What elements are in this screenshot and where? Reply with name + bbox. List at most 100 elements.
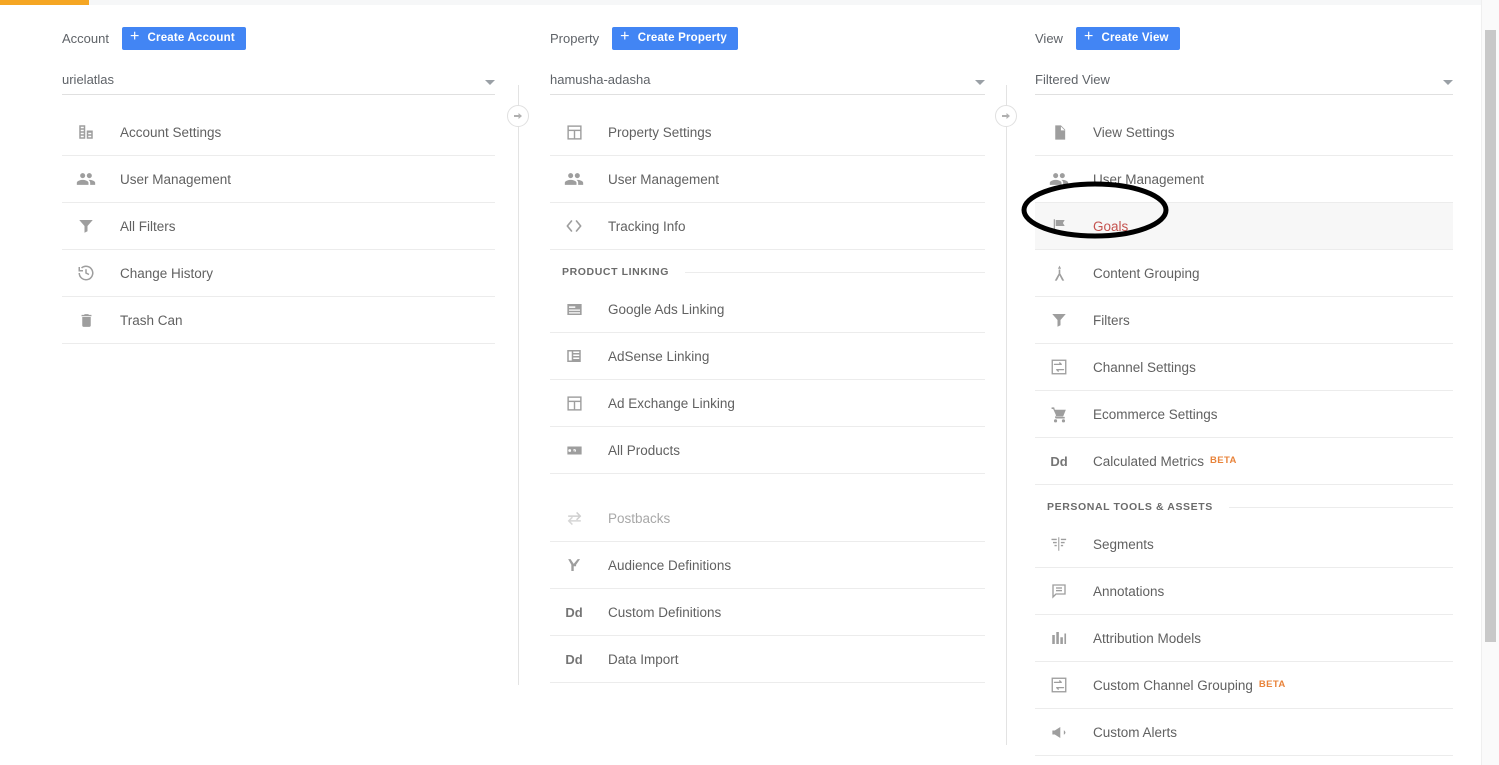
property-column: Property + Create Property hamusha-adash… (519, 5, 1007, 765)
menu-item-property-settings[interactable]: Property Settings (550, 109, 985, 156)
postbacks-icon (562, 506, 586, 530)
chevron-down-icon (975, 80, 985, 85)
menu-item-label: All Filters (120, 218, 176, 234)
menu-item-account-settings[interactable]: Account Settings (62, 109, 495, 156)
create-account-label: Create Account (147, 32, 235, 44)
dd-glyph-icon: Dd (1050, 453, 1068, 469)
flag-icon (1047, 214, 1071, 238)
menu-item-custom-definitions[interactable]: Dd Custom Definitions (550, 589, 985, 636)
menu-item-label: AdSense Linking (608, 348, 710, 364)
menu-item-label: Ad Exchange Linking (608, 395, 735, 411)
account-column-header: Account + Create Account (0, 25, 519, 51)
audience-branch-icon (562, 553, 586, 577)
menu-item-all-filters[interactable]: All Filters (62, 203, 495, 250)
menu-item-label: View Settings (1093, 124, 1175, 140)
menu-item-scheduled-emails[interactable]: Scheduled Emails (1035, 756, 1453, 765)
menu-item-label: All Products (608, 442, 681, 458)
section-divider (1228, 506, 1453, 508)
menu-gap (550, 474, 985, 495)
create-property-label: Create Property (637, 32, 727, 44)
menu-item-postbacks[interactable]: Postbacks (550, 495, 985, 542)
admin-columns: Account + Create Account urielatlas Acco… (0, 5, 1481, 765)
view-picker[interactable]: Filtered View (1035, 65, 1453, 95)
section-product-linking: PRODUCT LINKING (550, 258, 985, 286)
property-label: Property (550, 30, 600, 46)
dd-glyph-icon: Dd (565, 604, 583, 620)
menu-item-label: Segments (1093, 536, 1154, 552)
menu-item-content-grouping[interactable]: Content Grouping (1035, 250, 1453, 297)
beta-badge: BETA (1210, 454, 1237, 466)
menu-item-label: Account Settings (120, 124, 222, 140)
megaphone-icon (1047, 720, 1071, 744)
link-chain-icon (562, 438, 586, 462)
menu-item-adsense-linking[interactable]: AdSense Linking (550, 333, 985, 380)
menu-item-custom-channel-grouping[interactable]: Custom Channel Grouping BETA (1035, 662, 1453, 709)
account-picker-value: urielatlas (62, 72, 115, 87)
menu-item-label: User Management (608, 171, 720, 187)
menu-item-annotations[interactable]: Annotations (1035, 568, 1453, 615)
menu-item-label: Property Settings (608, 124, 712, 140)
menu-item-google-ads-linking[interactable]: Google Ads Linking (550, 286, 985, 333)
menu-item-label: Data Import (608, 651, 679, 667)
plus-icon: + (129, 28, 140, 45)
menu-item-label: Google Ads Linking (608, 301, 725, 317)
menu-item-ad-exchange-linking[interactable]: Ad Exchange Linking (550, 380, 985, 427)
menu-item-channel-settings[interactable]: Channel Settings (1035, 344, 1453, 391)
page-scrollbar-thumb[interactable] (1485, 30, 1496, 642)
menu-item-label: Content Grouping (1093, 265, 1200, 281)
view-picker-value: Filtered View (1035, 72, 1110, 87)
view-column: View + Create View Filtered View View Se… (1007, 5, 1481, 765)
menu-item-user-management[interactable]: User Management (550, 156, 985, 203)
menu-item-label: Annotations (1093, 583, 1165, 599)
funnel-icon (1047, 308, 1071, 332)
menu-item-segments[interactable]: Segments (1035, 521, 1453, 568)
menu-item-user-management[interactable]: User Management (62, 156, 495, 203)
menu-item-label: Filters (1093, 312, 1130, 328)
menu-item-tracking-info[interactable]: Tracking Info (550, 203, 985, 250)
menu-item-label: Custom Alerts (1093, 724, 1178, 740)
menu-item-label: Custom Definitions (608, 604, 722, 620)
menu-item-user-management[interactable]: User Management (1035, 156, 1453, 203)
section-divider (685, 271, 985, 273)
create-view-button[interactable]: + Create View (1075, 26, 1180, 50)
account-column: Account + Create Account urielatlas Acco… (0, 5, 519, 765)
arrow-right-icon (514, 113, 522, 119)
menu-item-label: Change History (120, 265, 214, 281)
menu-item-change-history[interactable]: Change History (62, 250, 495, 297)
account-label: Account (62, 30, 109, 46)
plus-icon: + (620, 28, 630, 45)
menu-item-attribution-models[interactable]: Attribution Models (1035, 615, 1453, 662)
trash-icon (74, 308, 98, 332)
create-account-button[interactable]: + Create Account (121, 26, 246, 50)
page-scrollbar[interactable] (1481, 0, 1499, 765)
menu-item-audience-definitions[interactable]: Audience Definitions (550, 542, 985, 589)
annotation-icon (1047, 579, 1071, 603)
menu-item-view-settings[interactable]: View Settings (1035, 109, 1453, 156)
create-view-label: Create View (1101, 32, 1169, 44)
content-group-icon (1047, 261, 1071, 285)
property-picker-value: hamusha-adasha (550, 72, 651, 87)
menu-item-filters[interactable]: Filters (1035, 297, 1453, 344)
menu-item-label: Tracking Info (608, 218, 686, 234)
expand-view-arrow-button[interactable] (995, 105, 1017, 127)
menu-item-data-import[interactable]: Dd Data Import (550, 636, 985, 683)
history-icon (74, 261, 98, 285)
plus-icon: + (1083, 28, 1094, 45)
property-picker[interactable]: hamusha-adasha (550, 65, 985, 95)
section-personal-tools-assets: PERSONAL TOOLS & ASSETS (1035, 493, 1453, 521)
menu-item-custom-alerts[interactable]: Custom Alerts (1035, 709, 1453, 756)
expand-property-arrow-button[interactable] (507, 105, 529, 127)
account-picker[interactable]: urielatlas (62, 65, 495, 95)
menu-item-ecommerce-settings[interactable]: Ecommerce Settings (1035, 391, 1453, 438)
menu-item-calculated-metrics[interactable]: Dd Calculated Metrics BETA (1035, 438, 1453, 485)
create-property-button[interactable]: + Create Property (612, 26, 738, 50)
people-icon (74, 167, 98, 191)
cart-icon (1047, 402, 1071, 426)
menu-item-label: Calculated Metrics (1093, 453, 1205, 469)
menu-item-all-products[interactable]: All Products (550, 427, 985, 474)
menu-item-trash-can[interactable]: Trash Can (62, 297, 495, 344)
menu-item-label: Trash Can (120, 312, 183, 328)
layout-icon (562, 391, 586, 415)
menu-item-goals[interactable]: Goals (1035, 203, 1453, 250)
section-label: PRODUCT LINKING (562, 266, 669, 278)
